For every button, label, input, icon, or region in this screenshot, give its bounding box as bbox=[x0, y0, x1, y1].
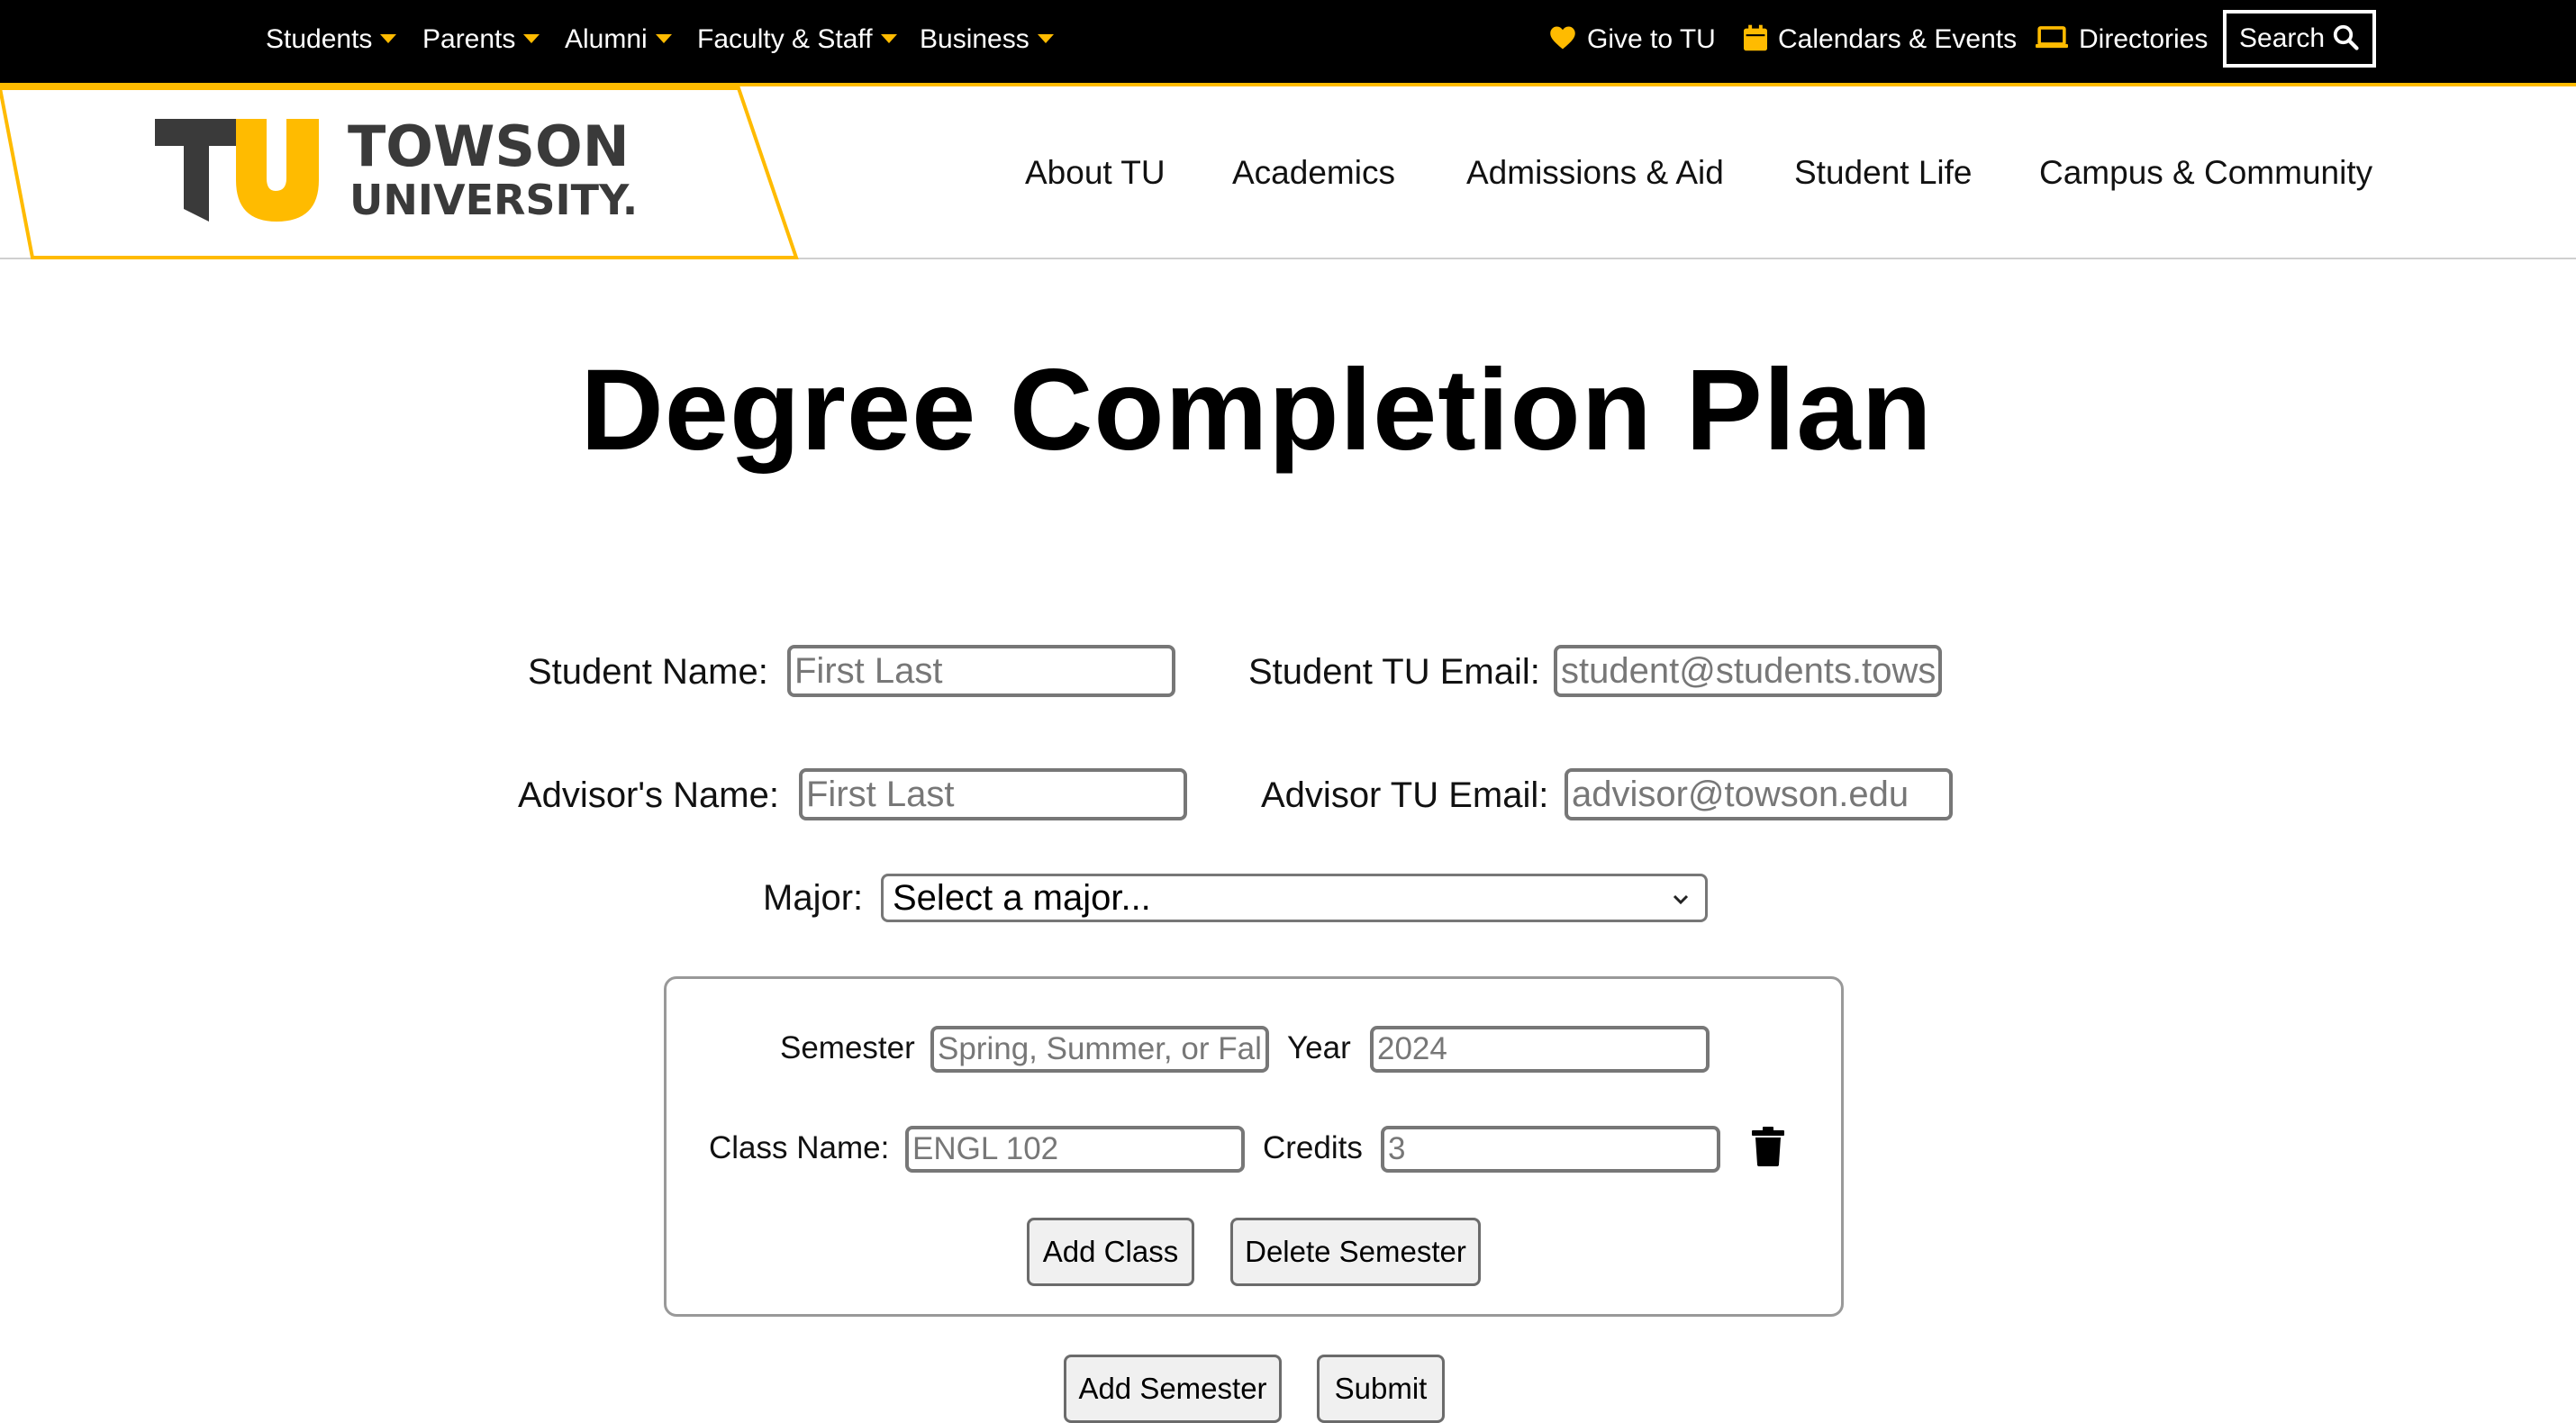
audience-label: Business bbox=[920, 24, 1029, 54]
audience-menu-parents[interactable]: Parents bbox=[422, 22, 540, 58]
audience-menu-business[interactable]: Business bbox=[920, 22, 1054, 58]
audience-menu-faculty-staff[interactable]: Faculty & Staff bbox=[697, 22, 897, 58]
towson-logo[interactable]: TOWSON UNIVERSITY. bbox=[0, 86, 811, 263]
student-name-input[interactable] bbox=[787, 645, 1175, 697]
audience-menu-students[interactable]: Students bbox=[266, 22, 397, 58]
audience-label: Students bbox=[266, 24, 373, 54]
brand-name-line1: TOWSON bbox=[348, 113, 630, 179]
calendars-link[interactable]: Calendars & Events bbox=[1744, 22, 2017, 58]
search-icon bbox=[2333, 24, 2359, 50]
credits-label: Credits bbox=[1263, 1130, 1363, 1165]
advisor-name-label: Advisor's Name: bbox=[518, 775, 779, 815]
nav-academics[interactable]: Academics bbox=[1232, 151, 1395, 195]
audience-menu-alumni[interactable]: Alumni bbox=[565, 22, 672, 58]
add-class-button[interactable]: Add Class bbox=[1027, 1218, 1194, 1286]
major-select[interactable]: Select a major... bbox=[881, 874, 1708, 922]
calendars-label: Calendars & Events bbox=[1778, 24, 2018, 54]
give-link[interactable]: Give to TU bbox=[1549, 22, 1716, 58]
credits-input[interactable] bbox=[1381, 1126, 1720, 1173]
add-semester-button[interactable]: Add Semester bbox=[1064, 1355, 1282, 1423]
search-button[interactable]: Search bbox=[2223, 10, 2376, 68]
class-name-input[interactable] bbox=[905, 1126, 1245, 1173]
nav-admissions-aid[interactable]: Admissions & Aid bbox=[1466, 151, 1724, 195]
student-email-input[interactable] bbox=[1554, 645, 1942, 697]
calendar-icon bbox=[1744, 24, 1767, 51]
advisor-email-input[interactable] bbox=[1565, 768, 1953, 820]
student-email-label: Student TU Email: bbox=[1248, 652, 1540, 692]
give-label: Give to TU bbox=[1587, 24, 1716, 54]
audience-label: Faculty & Staff bbox=[697, 24, 873, 54]
caret-down-icon bbox=[1037, 34, 1054, 44]
trash-icon[interactable] bbox=[1751, 1127, 1785, 1166]
caret-down-icon bbox=[380, 34, 397, 44]
utility-bar: Students Parents Alumni Faculty & Staff … bbox=[0, 0, 2576, 86]
caret-down-icon bbox=[880, 34, 897, 44]
nav-student-life[interactable]: Student Life bbox=[1794, 151, 1972, 195]
semester-input[interactable] bbox=[930, 1026, 1269, 1073]
directories-label: Directories bbox=[2079, 24, 2209, 54]
brand-name-line2: UNIVERSITY. bbox=[349, 176, 638, 224]
nav-campus-community[interactable]: Campus & Community bbox=[2039, 151, 2372, 195]
caret-down-icon bbox=[655, 34, 672, 44]
student-name-label: Student Name: bbox=[528, 652, 768, 692]
heart-icon bbox=[1550, 26, 1575, 50]
nav-about-tu[interactable]: About TU bbox=[1025, 151, 1166, 195]
page-title: Degree Completion Plan bbox=[580, 346, 1933, 475]
search-label: Search bbox=[2239, 23, 2326, 53]
laptop-icon bbox=[2036, 26, 2068, 49]
directories-link[interactable]: Directories bbox=[2036, 22, 2208, 58]
major-selected-value: Select a major... bbox=[893, 878, 1151, 918]
major-label: Major: bbox=[763, 878, 864, 918]
delete-semester-button[interactable]: Delete Semester bbox=[1230, 1218, 1481, 1286]
year-label: Year bbox=[1287, 1030, 1351, 1065]
class-name-label: Class Name: bbox=[709, 1130, 890, 1165]
audience-label: Alumni bbox=[565, 24, 648, 54]
chevron-down-icon bbox=[1673, 894, 1689, 905]
advisor-name-input[interactable] bbox=[799, 768, 1187, 820]
advisor-email-label: Advisor TU Email: bbox=[1261, 775, 1549, 815]
semester-label: Semester bbox=[780, 1030, 915, 1065]
caret-down-icon bbox=[523, 34, 540, 44]
year-input[interactable] bbox=[1370, 1026, 1710, 1073]
submit-button[interactable]: Submit bbox=[1317, 1355, 1445, 1423]
audience-label: Parents bbox=[422, 24, 516, 54]
